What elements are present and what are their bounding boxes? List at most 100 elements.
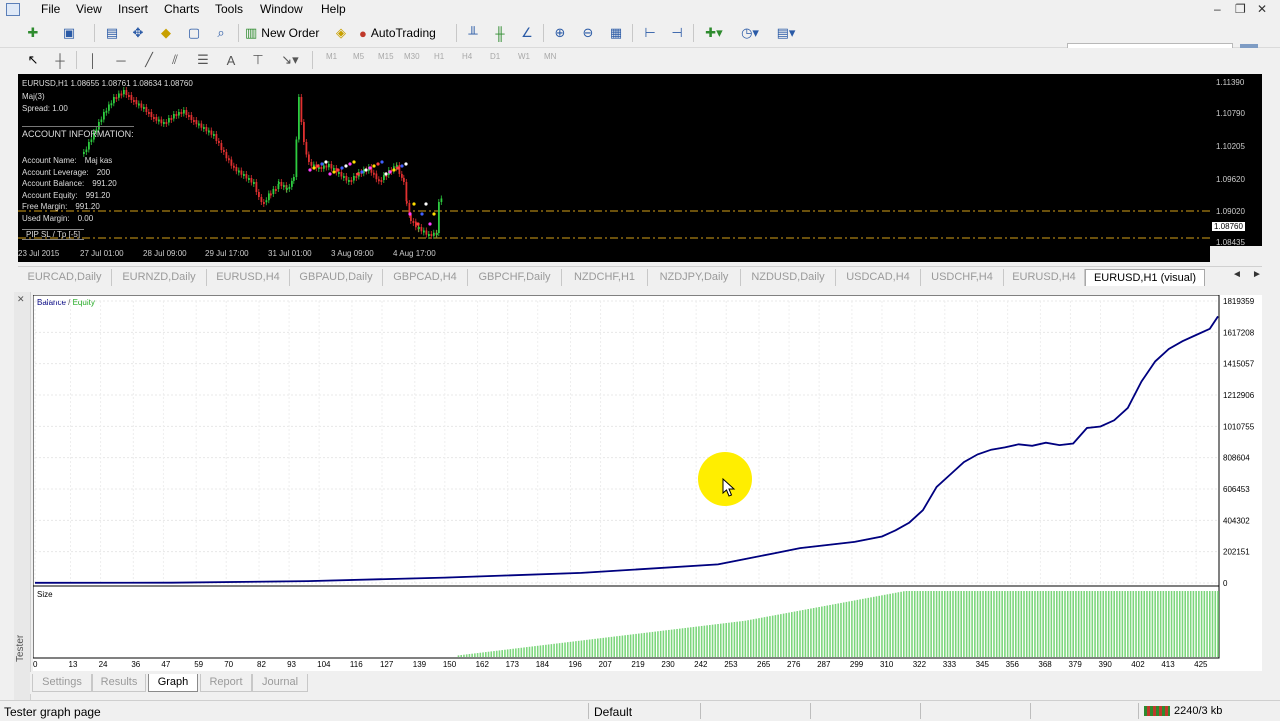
chart-tab[interactable]: NZDUSD,Daily: [741, 269, 836, 286]
chart-tab[interactable]: NZDCHF,H1: [562, 269, 648, 286]
tab-results[interactable]: Results: [92, 674, 146, 692]
periods-icon[interactable]: ◷▾: [736, 23, 764, 43]
x-tick-label: 184: [536, 660, 550, 669]
line-chart-icon[interactable]: ∠: [517, 23, 537, 43]
new-order-button[interactable]: ▥ New Order: [244, 23, 336, 43]
candle-body: [283, 185, 285, 188]
status-bar: Tester graph page Default 2240/3 kb: [0, 700, 1280, 721]
tab-scroll-right-icon[interactable]: ►: [1252, 269, 1262, 280]
candle-body: [423, 230, 425, 233]
timeframe-h1[interactable]: H1: [434, 52, 444, 61]
timeframe-h4[interactable]: H4: [462, 52, 472, 61]
candle-body: [180, 112, 183, 114]
timeframe-m1[interactable]: M1: [326, 52, 337, 61]
new-chart-icon[interactable]: ✚: [22, 23, 44, 43]
timeframe-m5[interactable]: M5: [353, 52, 364, 61]
tab-journal[interactable]: Journal: [252, 674, 308, 692]
price-chart[interactable]: EURUSD,H1 1.08655 1.08761 1.08634 1.0876…: [18, 74, 1210, 246]
chart-tab[interactable]: GBPCHF,Daily: [468, 269, 562, 286]
navigator-icon[interactable]: ✥: [128, 23, 148, 43]
chart-tab[interactable]: USDCHF,H4: [921, 269, 1004, 286]
tester-tabs: Settings Results Graph Report Journal: [30, 672, 1262, 694]
y-tick-label: 202151: [1223, 548, 1250, 557]
trade-marker: [388, 170, 392, 174]
metaeditor-icon[interactable]: ◈: [332, 23, 350, 43]
x-tick-label: 13: [69, 660, 78, 669]
text-icon[interactable]: A: [222, 50, 240, 70]
candle-body: [320, 167, 323, 169]
timeframe-mn[interactable]: MN: [544, 52, 556, 61]
trade-marker: [368, 166, 372, 170]
chart-tab[interactable]: USDCAD,H4: [836, 269, 921, 286]
menu-tools[interactable]: Tools: [215, 2, 243, 16]
candle-body: [123, 90, 125, 95]
tab-settings[interactable]: Settings: [32, 674, 92, 692]
candle-body: [343, 176, 345, 178]
trendline-icon[interactable]: ╱: [140, 50, 158, 70]
trade-marker: [308, 168, 312, 172]
indicators-icon[interactable]: ✚▾: [700, 23, 728, 43]
templates-icon[interactable]: ▤▾: [771, 23, 801, 43]
price-label: 1.08435: [1216, 238, 1245, 247]
terminal-icon[interactable]: ▢: [184, 23, 204, 43]
menu-help[interactable]: Help: [321, 2, 346, 16]
minimize-icon[interactable]: –: [1214, 2, 1221, 16]
zoom-out-icon[interactable]: ⊖: [578, 23, 598, 43]
candle-body: [308, 154, 310, 162]
text-label-icon[interactable]: ⊤: [249, 50, 267, 70]
timeframe-m15[interactable]: M15: [378, 52, 394, 61]
menu-file[interactable]: File: [41, 2, 60, 16]
x-tick-label: 150: [443, 660, 457, 669]
chart-tab[interactable]: EURUSD,H4: [1004, 269, 1085, 286]
candle-body: [140, 103, 143, 108]
candle-body: [155, 117, 158, 121]
candle-body: [255, 182, 258, 192]
candle-body: [258, 192, 260, 197]
menu-view[interactable]: View: [76, 2, 102, 16]
bar-chart-icon[interactable]: ╨: [463, 23, 483, 43]
chart-tab[interactable]: EURUSD,H4: [207, 269, 290, 286]
horizontal-line-icon[interactable]: ─: [112, 50, 130, 70]
chart-shift-icon[interactable]: ⊢: [640, 23, 660, 43]
market-watch-icon[interactable]: ▤: [102, 23, 122, 43]
autotrading-button[interactable]: ● AutoTrading: [358, 23, 450, 43]
tile-windows-icon[interactable]: ▦: [606, 23, 626, 43]
menu-charts[interactable]: Charts: [164, 2, 199, 16]
y-tick-label: 404302: [1223, 516, 1250, 525]
data-window-icon[interactable]: ◆: [156, 23, 176, 43]
chart-tab[interactable]: GBPCAD,H4: [383, 269, 468, 286]
timeframe-m30[interactable]: M30: [404, 52, 420, 61]
chart-tab[interactable]: EURNZD,Daily: [112, 269, 207, 286]
cursor-icon[interactable]: ↖: [24, 50, 42, 70]
tab-scroll-left-icon[interactable]: ◄: [1232, 269, 1242, 280]
chart-tab[interactable]: GBPAUD,Daily: [290, 269, 383, 286]
tab-graph[interactable]: Graph: [148, 674, 198, 692]
autoscroll-icon[interactable]: ⊣: [667, 23, 687, 43]
candlesticks-icon[interactable]: ╫: [490, 23, 510, 43]
chart-tab[interactable]: EURCAD,Daily: [18, 269, 112, 286]
tester-icon[interactable]: ⌕: [211, 23, 231, 43]
timeframe-d1[interactable]: D1: [490, 52, 500, 61]
candle-body: [401, 173, 403, 178]
zoom-in-icon[interactable]: ⊕: [550, 23, 570, 43]
status-traffic: 2240/3 kb: [1174, 705, 1223, 717]
x-tick-label: 219: [631, 660, 645, 669]
restore-icon[interactable]: ❐: [1235, 2, 1246, 16]
vertical-line-icon[interactable]: │: [84, 50, 102, 70]
chart-tab-active[interactable]: EURUSD,H1 (visual): [1085, 269, 1205, 286]
y-tick-label: 1819359: [1223, 297, 1255, 306]
tester-close-icon[interactable]: ✕: [17, 294, 25, 305]
equidistant-channel-icon[interactable]: ⫽: [166, 50, 184, 70]
chart-tab[interactable]: NZDJPY,Daily: [648, 269, 741, 286]
arrows-icon[interactable]: ↘▾: [276, 50, 304, 70]
candle-body: [398, 165, 401, 174]
fibonacci-icon[interactable]: ☰: [194, 50, 212, 70]
candle-body: [272, 189, 275, 194]
menu-window[interactable]: Window: [260, 2, 303, 16]
menu-insert[interactable]: Insert: [118, 2, 148, 16]
crosshair-icon[interactable]: ┼: [51, 50, 69, 70]
timeframe-w1[interactable]: W1: [518, 52, 530, 61]
close-icon[interactable]: ✕: [1257, 2, 1267, 16]
profiles-icon[interactable]: ▣: [58, 23, 80, 43]
tab-report[interactable]: Report: [200, 674, 252, 692]
